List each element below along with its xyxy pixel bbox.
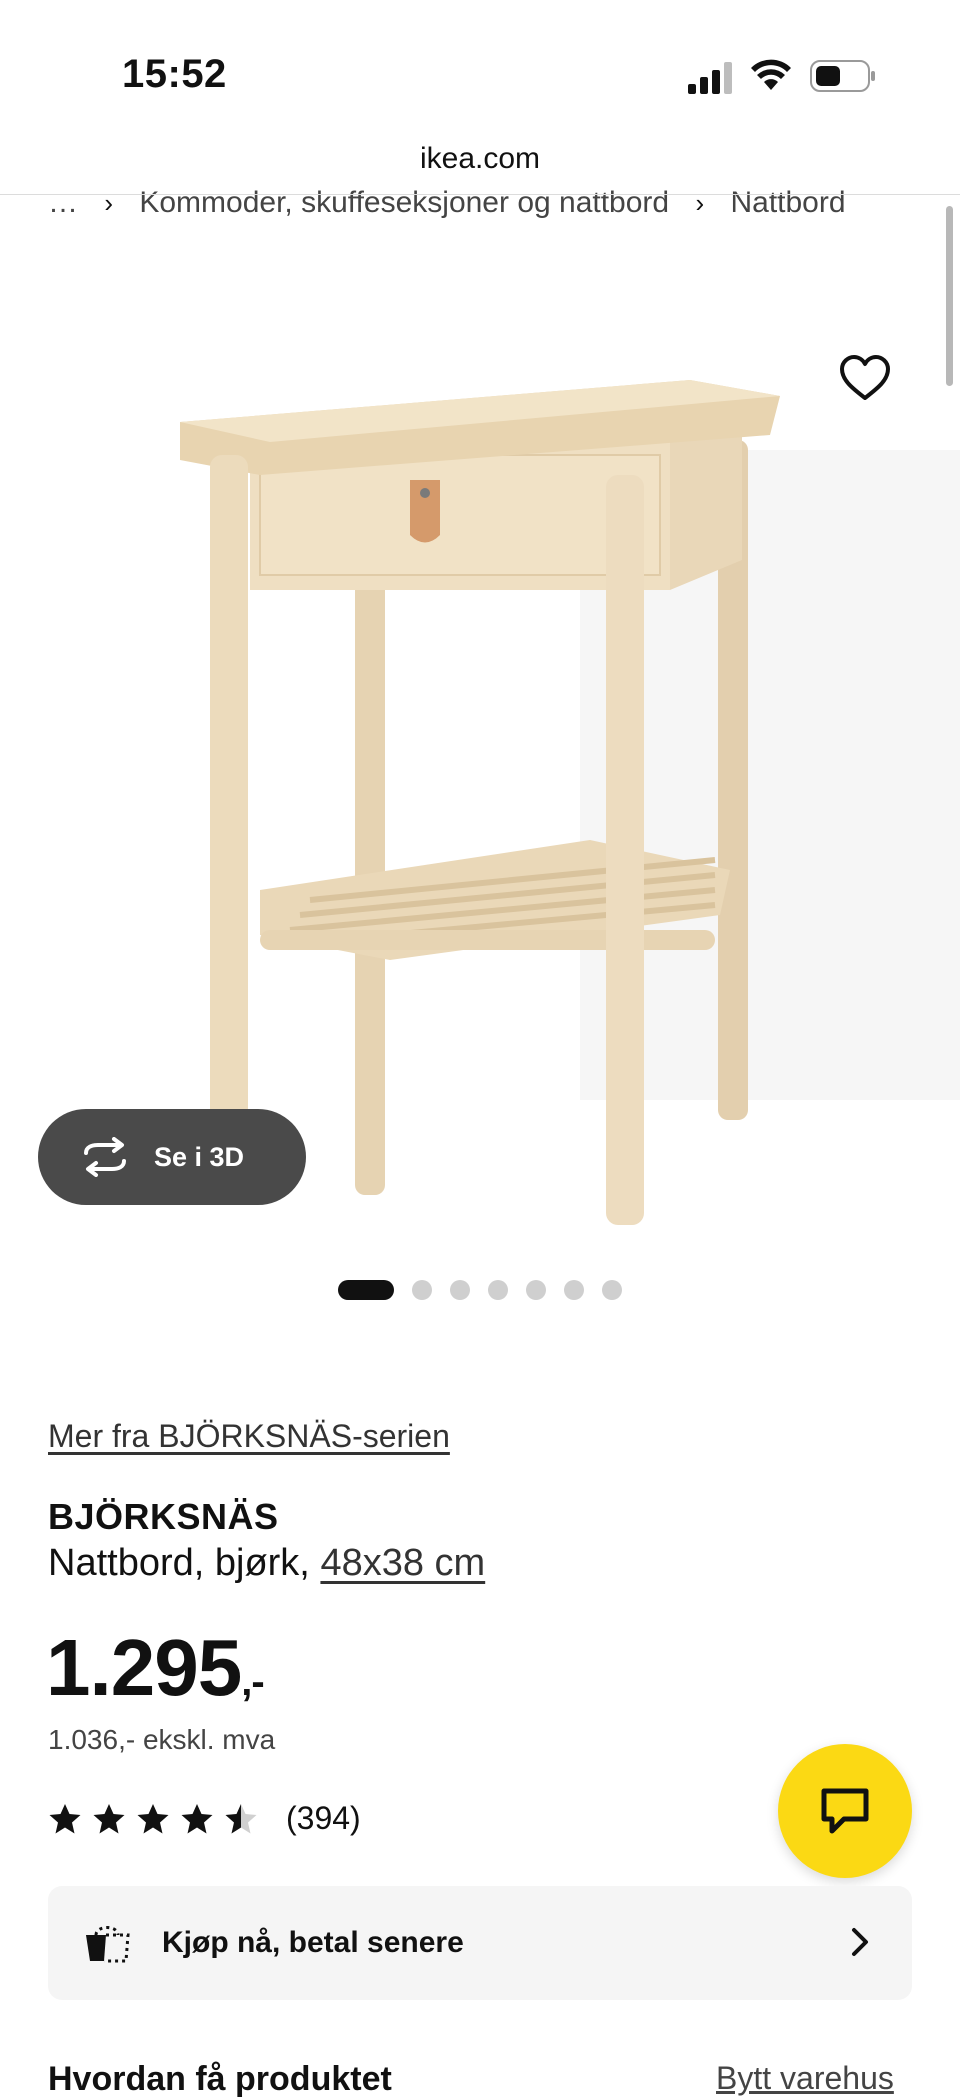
status-time: 15:52 xyxy=(122,52,227,96)
change-store-link[interactable]: Bytt varehus xyxy=(716,2060,894,2097)
product-name: BJÖRKSNÄS xyxy=(48,1496,279,1537)
carousel-dot[interactable] xyxy=(526,1280,546,1300)
rating-stars xyxy=(48,1803,258,1835)
price-ex-vat: 1.036,- ekskl. mva xyxy=(48,1724,276,1755)
product-description: Nattbord, bjørk, 48x38 cm xyxy=(48,1542,485,1585)
heart-icon[interactable] xyxy=(838,352,892,406)
price-suffix: ,- xyxy=(241,1660,264,1704)
carousel-dot[interactable] xyxy=(338,1280,394,1300)
price-value: 1.295 xyxy=(46,1623,242,1712)
view-3d-label: Se i 3D xyxy=(154,1141,245,1172)
scrollbar[interactable] xyxy=(946,206,953,386)
star-icon xyxy=(137,1803,169,1833)
chevron-right-icon: › xyxy=(695,188,705,218)
browser-url[interactable]: ikea.com xyxy=(0,142,960,176)
carousel-dot[interactable] xyxy=(450,1280,470,1300)
battery-icon xyxy=(810,60,875,92)
breadcrumb-ellipsis[interactable]: … xyxy=(48,186,78,219)
half-star-icon xyxy=(225,1803,257,1833)
delivery-title: Hvordan få produktet xyxy=(48,2060,392,2098)
chat-button[interactable] xyxy=(778,1744,912,1878)
breadcrumb-item-category[interactable]: Kommoder, skuffeseksjoner og nattbord xyxy=(139,186,669,219)
star-icon xyxy=(49,1803,81,1833)
signal-icon xyxy=(688,62,732,94)
chevron-right-icon xyxy=(852,1928,868,1956)
wifi-icon xyxy=(751,59,791,90)
pay-later-label: Kjøp nå, betal senere xyxy=(162,1926,464,1959)
header-divider xyxy=(0,194,960,195)
carousel-dot[interactable] xyxy=(602,1280,622,1300)
rating-count: (394) xyxy=(286,1800,361,1836)
payment-bag-icon xyxy=(86,1926,130,1963)
breadcrumb: … › Kommoder, skuffeseksjoner og nattbor… xyxy=(48,186,864,220)
star-icon xyxy=(181,1803,213,1833)
breadcrumb-item-current[interactable]: Nattbord xyxy=(730,186,845,219)
chevron-right-icon: › xyxy=(104,188,114,218)
series-link[interactable]: Mer fra BJÖRKSNÄS-serien xyxy=(48,1418,450,1455)
star-icon xyxy=(93,1803,125,1833)
product-image[interactable] xyxy=(170,360,780,1230)
carousel-dots xyxy=(0,1280,960,1300)
chat-icon xyxy=(821,1788,869,1834)
carousel-dot[interactable] xyxy=(564,1280,584,1300)
rotate-3d-icon xyxy=(84,1137,126,1177)
carousel-dot[interactable] xyxy=(412,1280,432,1300)
price: 1.295,- xyxy=(46,1622,265,1714)
product-type: Nattbord, bjørk, xyxy=(48,1542,310,1584)
view-3d-button[interactable]: Se i 3D xyxy=(38,1109,306,1205)
size-link[interactable]: 48x38 cm xyxy=(320,1542,485,1584)
pay-later-banner[interactable]: Kjøp nå, betal senere xyxy=(48,1886,912,2000)
carousel-dot[interactable] xyxy=(488,1280,508,1300)
rating[interactable]: (394) xyxy=(48,1800,361,1837)
